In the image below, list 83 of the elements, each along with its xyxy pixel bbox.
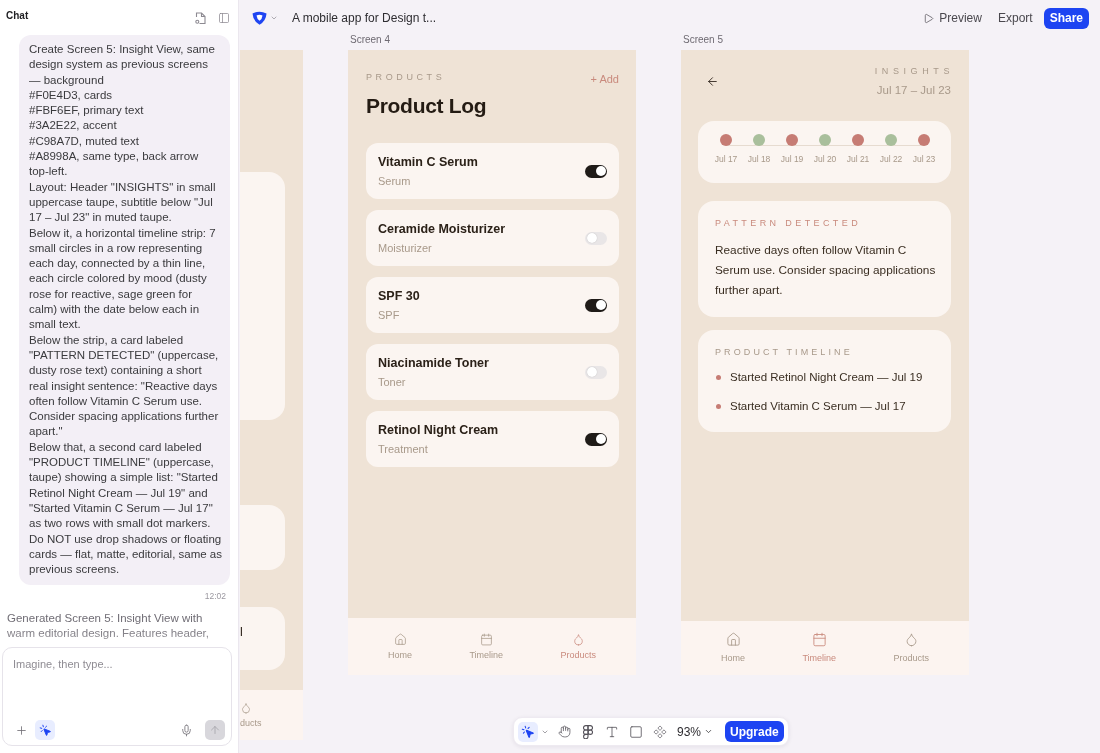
tab-bar-item[interactable]: Products (560, 632, 596, 661)
caret-icon[interactable] (270, 14, 278, 22)
toggle-switch[interactable] (585, 164, 607, 178)
timeline-entry: Started Retinol Night Cream — Jul 19 (730, 369, 923, 385)
product-type: Moisturizer (378, 240, 432, 255)
toggle-switch[interactable] (585, 365, 607, 379)
tab-bar-item[interactable]: Home (388, 632, 412, 661)
date-label: Jul 19 (780, 154, 804, 165)
product-name: Niacinamide Toner (378, 355, 489, 371)
bullet-dot (715, 374, 721, 380)
back-arrow-icon[interactable] (705, 74, 719, 88)
tab-bar-item[interactable]: Products (893, 632, 929, 664)
arrow-up-icon (209, 724, 221, 736)
date-label: Jul 17 (714, 154, 738, 165)
microphone-icon[interactable] (180, 723, 193, 737)
droplet-icon (571, 632, 585, 646)
caret-icon (704, 727, 714, 736)
share-button[interactable]: Share (1043, 7, 1089, 29)
preview-button[interactable]: Preview (923, 11, 982, 25)
tab-bar-item[interactable]: Home (721, 632, 745, 664)
screen-title: Product Log (366, 93, 487, 119)
card-title: l (240, 625, 243, 640)
agent-mode-button[interactable] (35, 720, 55, 740)
logo-icon[interactable] (252, 11, 267, 25)
assistant-message: Generated Screen 5: Insight View with warm editorial design. Features header, (7, 611, 210, 642)
send-button[interactable] (205, 720, 225, 740)
cursor-icon (38, 723, 52, 737)
card-label: PATTERN DETECTED (715, 217, 862, 229)
message-time: 12:02 (204, 590, 226, 603)
bullet-dot (715, 403, 721, 409)
toggle-switch[interactable] (585, 231, 607, 245)
product-type: Treatment (378, 441, 428, 456)
tab-bar-item[interactable]: ducts (240, 701, 262, 729)
date-label: Jul 23 (912, 154, 936, 165)
square-icon (629, 724, 643, 739)
home-icon (725, 632, 741, 647)
product-name: Vitamin C Serum (378, 154, 478, 170)
sidebar-toggle-icon[interactable] (218, 12, 230, 24)
card-label: PRODUCT TIMELINE (715, 346, 853, 358)
toggle-switch[interactable] (585, 298, 607, 312)
product-type: SPF (378, 307, 400, 322)
export-button[interactable]: Export (997, 11, 1033, 25)
date-label: Jul 20 (813, 154, 837, 165)
play-icon (923, 12, 935, 24)
section-eyebrow: PRODUCTS (366, 72, 446, 83)
section-eyebrow: INSIGHTS (874, 66, 954, 77)
product-name: Ceramide Moisturizer (378, 221, 506, 237)
product-name: SPF 30 (378, 288, 420, 304)
toggle-switch[interactable] (585, 432, 607, 446)
project-title: A mobile app for Design t... (292, 11, 437, 25)
date-label: Jul 21 (846, 154, 870, 165)
date-label: Jul 22 (879, 154, 903, 165)
timeline-entry: Started Vitamin C Serum — Jul 17 (730, 398, 906, 414)
screen-label: Screen 5 (682, 34, 724, 46)
upgrade-button[interactable]: Upgrade (725, 721, 784, 742)
tab-bar-item[interactable]: Timeline (469, 632, 504, 661)
calendar-icon (479, 632, 493, 646)
tab-bar-item[interactable]: Timeline (802, 632, 837, 664)
cursor-icon (521, 724, 535, 739)
select-tool[interactable] (518, 721, 538, 742)
date-label: Jul 18 (747, 154, 771, 165)
insight-text: Reactive days often follow Vitamin C Serum use. Consider spacing applications further apart. (715, 242, 937, 299)
home-icon (393, 632, 407, 646)
product-type: Toner (378, 374, 406, 389)
date-range: Jul 17 – Jul 23 (876, 82, 951, 97)
product-name: Retinol Night Cream (378, 422, 499, 438)
text-icon (605, 724, 619, 739)
plus-icon[interactable] (15, 723, 28, 737)
panel-title: Chat (6, 10, 29, 22)
shapes-icon (583, 724, 593, 739)
hand-icon (557, 725, 571, 738)
product-type: Serum (378, 173, 411, 188)
user-message: Create Screen 5: Insight View, same design system as previous screens — background #F0E4D3, cards #FBF6EF, primary text #3A2E22, accent #C98A7D, muted text #A8998A, same type, back arrow top-left. Layout: Header "INSIGHTS" in small uppercase taupe, subtitle below "Jul 17 – Jul 23" in muted taupe. Below it, a horizontal timeline strip: 7 small circles in a row representing each day, connected by a thin line, each circle colored by mood (dusty rose for reactive, sage green for calm) with the date below each in small text. Below the strip, a card labeled "PATTERN DETECTED" (uppercase, dusty rose text) containing a short real insight sentence: "Reactive days often follow Vitamin C Serum use. Consider spacing applications further apart." Below that, a second card labeled "PRODUCT TIMELINE" (uppercase, taupe) showing a simple list: "Started Retinol Night Cream — Jul 19" and "Started Vitamin C Serum — Jul 17" as two rows with small dot markers. Do NOT use drop shadows or floating cards — flat, matte, editorial, same as previous screens. (19, 35, 230, 586)
list-card (240, 505, 285, 570)
droplet-icon (240, 701, 252, 714)
zoom-dropdown[interactable]: 93% (674, 724, 717, 739)
calendar-icon (811, 632, 827, 647)
components-icon (653, 724, 667, 739)
document-icon[interactable] (195, 12, 206, 24)
screen-label: Screen 4 (349, 34, 391, 46)
message-input[interactable]: Imagine, then type... (12, 656, 225, 672)
droplet-icon (903, 632, 919, 647)
add-link[interactable]: + Add (590, 73, 619, 86)
